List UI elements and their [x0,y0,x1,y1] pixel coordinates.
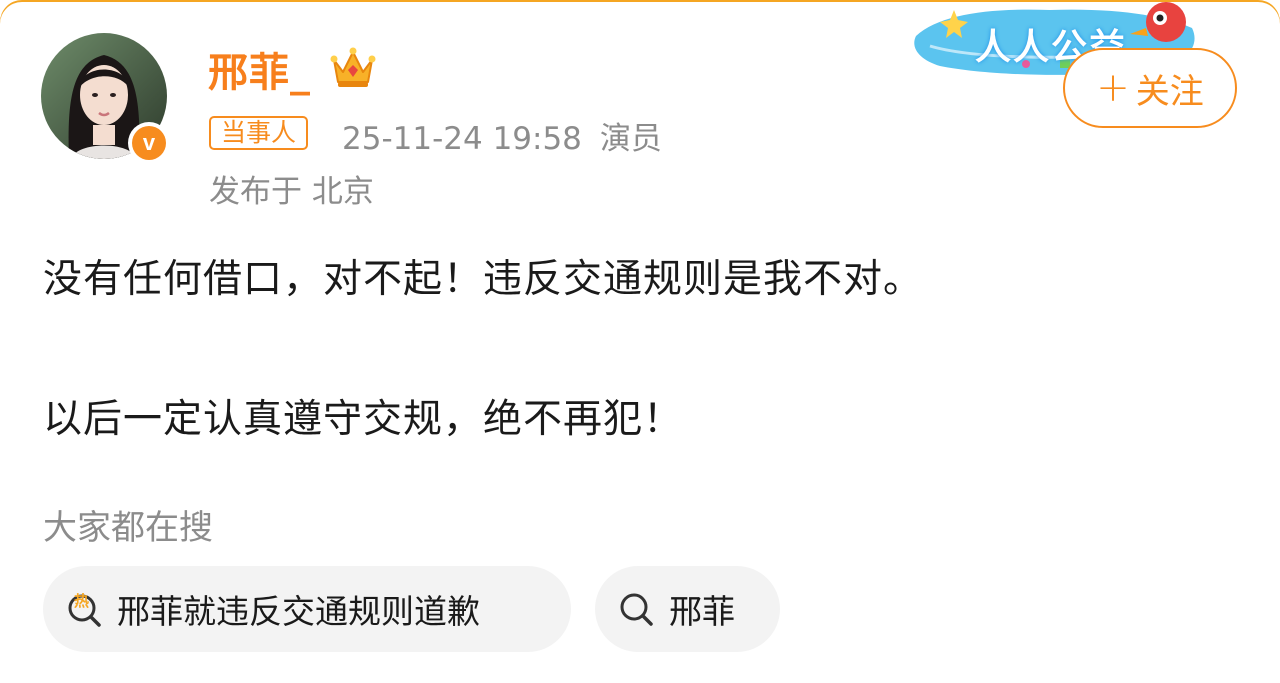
trending-search-item[interactable]: 热 邢菲就违反交通规则道歉 [43,566,571,652]
post-meta: 25-11-24 19:58 演员 [342,113,662,158]
svg-text:热: 热 [74,592,89,610]
post-text-line: 没有任何借口，对不起！违反交通规则是我不对。 [43,257,924,302]
post-card: v 邢菲_ 当事人 25-11-24 19:58 演员 发布于 北京 人人公益 … [0,0,1280,683]
trending-search-item[interactable]: 邢菲 [595,566,780,652]
trending-search-label: 邢菲就违反交通规则道歉 [117,592,480,631]
post-location: 发布于 北京 [209,174,374,210]
post-text-line: 以后一定认真遵守交规，绝不再犯！ [43,397,684,442]
search-icon [617,589,657,629]
user-role: 演员 [599,121,662,157]
verified-badge-icon: v [128,122,170,164]
crown-icon [330,46,376,90]
trending-search-label: 邢菲 [669,592,735,631]
post-datetime: 25-11-24 19:58 [342,121,582,157]
follow-label: 关注 [1135,71,1204,112]
hot-search-icon: 热 [65,589,105,629]
follow-button[interactable]: + 关注 [1063,48,1237,128]
plus-icon: + [1096,65,1130,111]
username[interactable]: 邢菲_ [208,40,311,98]
status-badge: 当事人 [209,116,309,150]
trending-search-title: 大家都在搜 [43,508,213,548]
